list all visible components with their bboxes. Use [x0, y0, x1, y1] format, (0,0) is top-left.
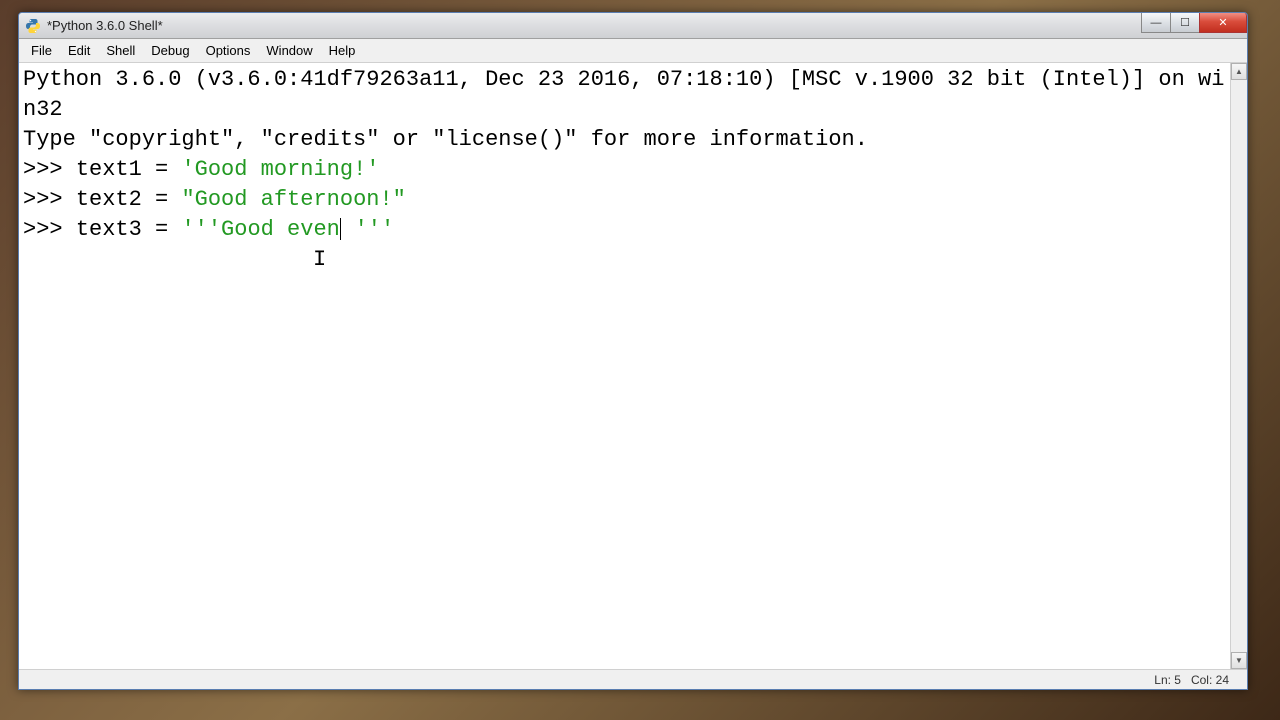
minimize-button[interactable]: — — [1141, 13, 1171, 33]
shell-window: *Python 3.6.0 Shell* — ☐ ✕ File Edit She… — [18, 12, 1248, 690]
string-literal: '''Good even — [181, 217, 339, 242]
shell-text[interactable]: Python 3.6.0 (v3.6.0:41df79263a11, Dec 2… — [19, 63, 1230, 669]
status-line: Ln: 5 — [1154, 673, 1181, 687]
scroll-down-button[interactable]: ▼ — [1231, 652, 1247, 669]
code-text: text2 = — [76, 187, 182, 212]
code-text: text3 = — [76, 217, 182, 242]
string-literal: ''' — [341, 217, 394, 242]
menu-debug[interactable]: Debug — [143, 41, 197, 60]
prompt: >>> — [23, 217, 76, 242]
menu-edit[interactable]: Edit — [60, 41, 98, 60]
code-text: text1 = — [76, 157, 182, 182]
status-col: Col: 24 — [1191, 673, 1229, 687]
string-literal: "Good afternoon!" — [181, 187, 405, 212]
window-controls: — ☐ ✕ — [1142, 13, 1247, 33]
menu-help[interactable]: Help — [321, 41, 364, 60]
python-icon — [25, 18, 41, 34]
menu-shell[interactable]: Shell — [98, 41, 143, 60]
menu-window[interactable]: Window — [258, 41, 320, 60]
close-button[interactable]: ✕ — [1199, 13, 1247, 33]
editor-area: Python 3.6.0 (v3.6.0:41df79263a11, Dec 2… — [19, 63, 1247, 669]
vertical-scrollbar[interactable]: ▲ ▼ — [1230, 63, 1247, 669]
string-literal: 'Good morning!' — [181, 157, 379, 182]
scroll-up-button[interactable]: ▲ — [1231, 63, 1247, 80]
ibeam-cursor-icon: I — [313, 245, 326, 275]
scroll-track[interactable] — [1231, 80, 1247, 652]
window-title: *Python 3.6.0 Shell* — [47, 18, 163, 33]
statusbar: Ln: 5 Col: 24 — [19, 669, 1247, 689]
titlebar[interactable]: *Python 3.6.0 Shell* — ☐ ✕ — [19, 13, 1247, 39]
prompt: >>> — [23, 187, 76, 212]
prompt: >>> — [23, 157, 76, 182]
maximize-button[interactable]: ☐ — [1170, 13, 1200, 33]
banner-line: Type "copyright", "credits" or "license(… — [23, 127, 868, 152]
banner-line: Python 3.6.0 (v3.6.0:41df79263a11, Dec 2… — [23, 67, 1224, 122]
menu-file[interactable]: File — [23, 41, 60, 60]
menu-options[interactable]: Options — [198, 41, 259, 60]
menubar: File Edit Shell Debug Options Window Hel… — [19, 39, 1247, 63]
